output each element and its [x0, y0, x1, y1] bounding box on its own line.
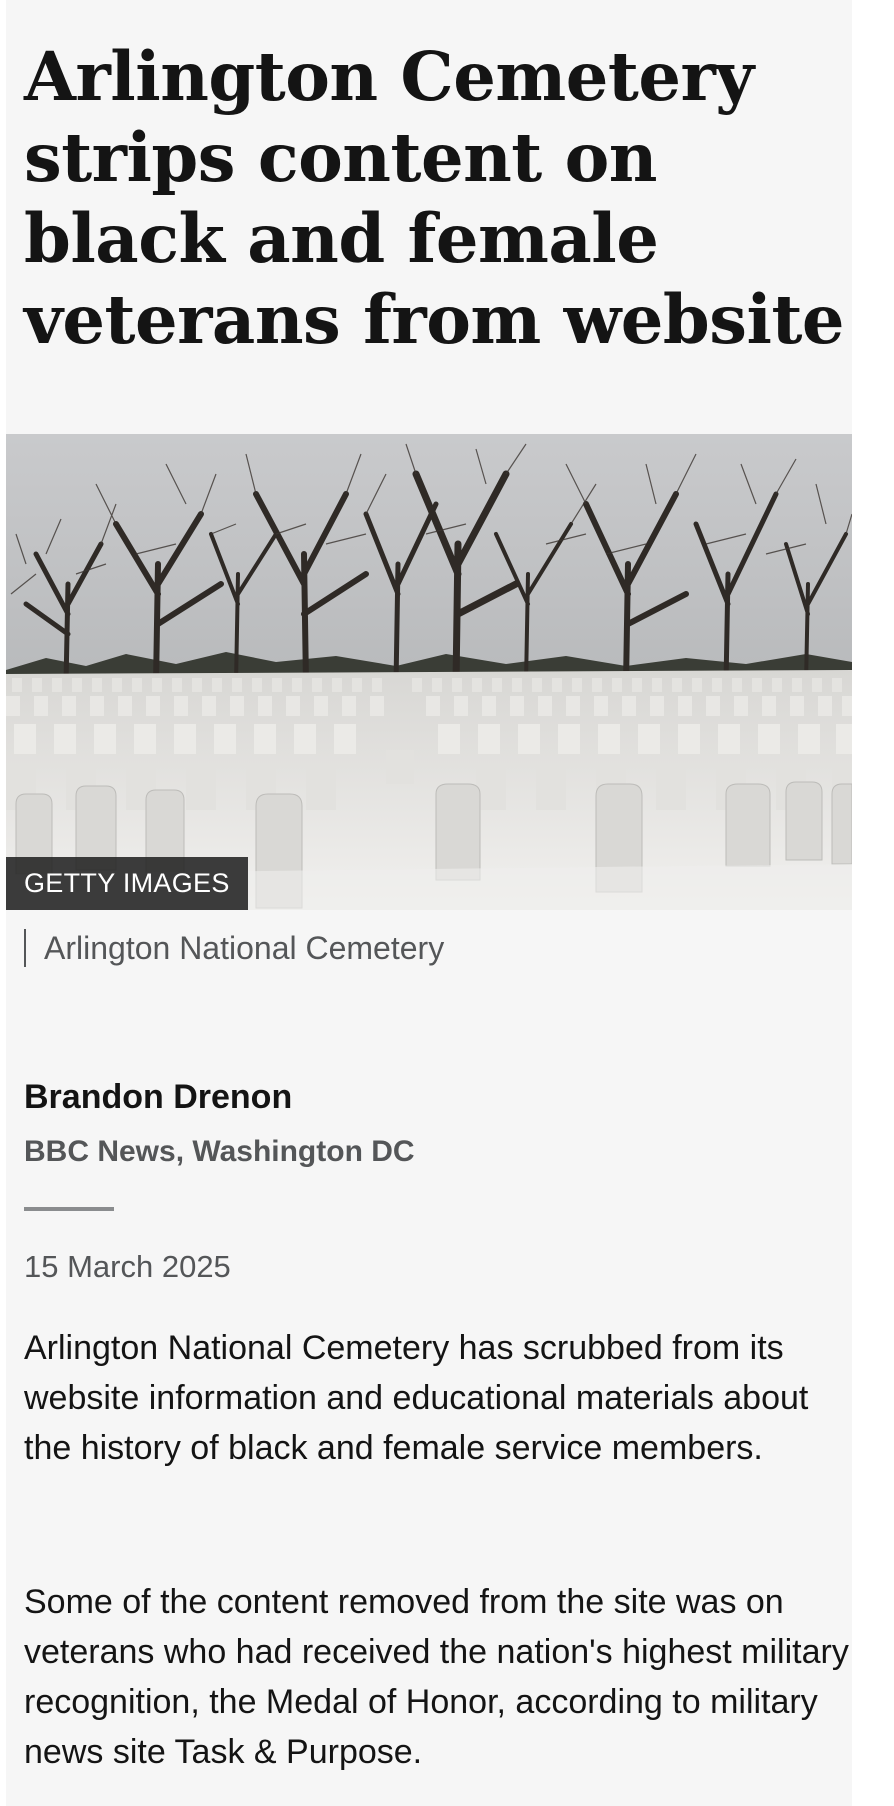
hero-image[interactable]: GETTY IMAGES [6, 434, 852, 910]
article-paragraph: Arlington National Cemetery has scrubbed… [24, 1329, 809, 1467]
publish-date: 15 March 2025 [24, 1249, 231, 1284]
article-headline: Arlington Cemetery strips content on bla… [24, 37, 845, 359]
byline-divider [24, 1207, 114, 1211]
article-paragraph: Some of the content removed from the sit… [24, 1583, 849, 1771]
byline-organization: BBC News, Washington DC [24, 1135, 415, 1168]
cemetery-photo [6, 434, 852, 910]
image-caption: Arlington National Cemetery [24, 929, 444, 967]
article: Arlington Cemetery strips content on bla… [6, 0, 852, 1806]
image-credit: GETTY IMAGES [6, 857, 248, 910]
byline-author[interactable]: Brandon Drenon [24, 1076, 292, 1118]
